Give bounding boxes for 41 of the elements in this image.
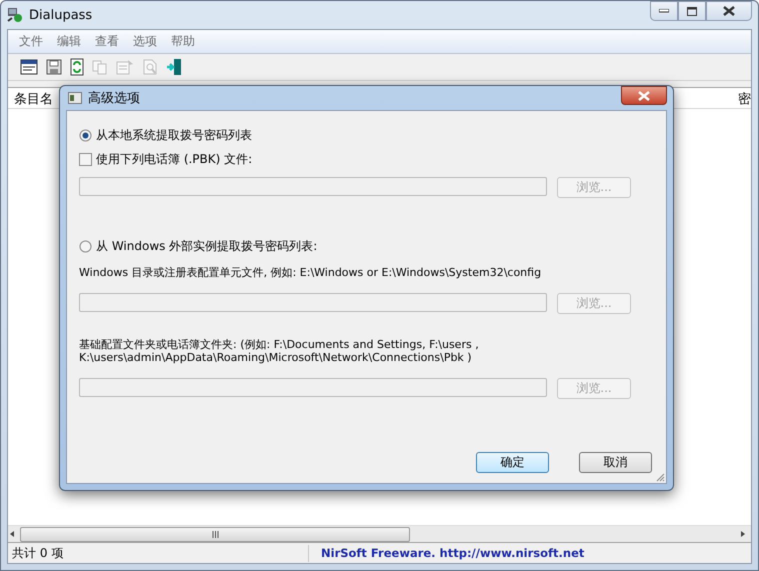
column-header[interactable]: 条目名 [8, 88, 59, 108]
scrollbar-thumb[interactable] [20, 526, 410, 542]
window-title: Dialupass [29, 8, 92, 22]
menu-item[interactable]: 选项 [126, 32, 164, 51]
close-icon [638, 90, 650, 100]
website-link[interactable]: NirSoft Freeware. http://www.nirsoft.net [309, 546, 584, 560]
close-button[interactable] [621, 86, 667, 105]
checkbox-label[interactable]: 使用下列电话簿 (.PBK) 文件: [96, 150, 252, 168]
column-header[interactable]: 密 [732, 88, 751, 108]
radio-button[interactable] [79, 128, 92, 142]
menu-item[interactable]: 查看 [88, 32, 126, 51]
checkbox[interactable] [79, 152, 92, 166]
maximize-icon [687, 6, 697, 16]
horizontal-scrollbar[interactable] [8, 525, 751, 542]
scroll-right-icon[interactable] [739, 530, 747, 538]
refresh-icon[interactable] [70, 58, 84, 76]
radio-label[interactable]: 从本地系统提取拨号密码列表 [96, 126, 252, 144]
window-icon[interactable] [20, 59, 38, 75]
menu-item[interactable]: 文件 [12, 32, 50, 51]
resize-grip-icon[interactable] [655, 472, 665, 482]
grip-icon [212, 530, 218, 538]
dialog-icon [68, 92, 82, 104]
maximize-button[interactable] [678, 1, 706, 21]
cancel-button[interactable]: 取消 [579, 452, 652, 473]
menu-item[interactable]: 编辑 [50, 32, 88, 51]
menu-item[interactable]: 帮助 [164, 32, 202, 51]
close-button[interactable] [706, 1, 752, 21]
radio-label[interactable]: 从 Windows 外部实例提取拨号密码列表: [96, 238, 318, 254]
scroll-left-icon[interactable] [8, 530, 16, 538]
item-count: 共计 0 项 [8, 544, 309, 562]
close-icon [723, 6, 735, 16]
minimize-icon [659, 9, 669, 13]
hint-text: K:\users\admin\AppData\Roaming\Microsoft\Network\Connections\Pbk ) [79, 351, 473, 364]
hint-text: Windows 目录或注册表配置单元文件, 例如: E:\Windows or E:\Windows\System32\config [79, 266, 542, 279]
minimize-button[interactable] [650, 1, 678, 21]
dialog-title: 高级选项 [88, 90, 140, 107]
ok-button[interactable]: 确定 [476, 452, 549, 473]
exit-door-icon[interactable] [166, 58, 182, 76]
app-icon [7, 7, 23, 23]
radio-button[interactable] [79, 240, 92, 252]
hint-text: 基础配置文件夹或电话簿文件夹: (例如: F:\Documents and Settings, F:\users , [79, 338, 480, 351]
